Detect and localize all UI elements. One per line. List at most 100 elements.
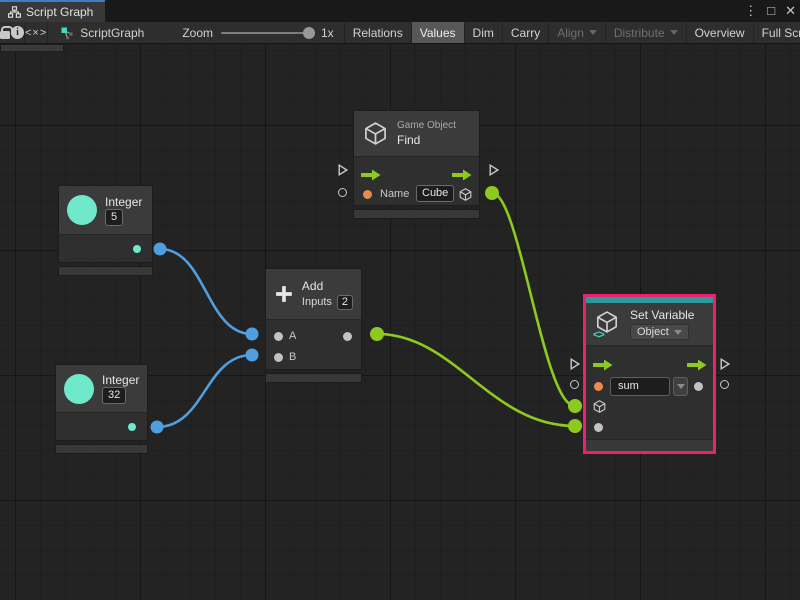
flow-triangle-icon[interactable] — [570, 358, 580, 370]
flow-triangle-icon[interactable] — [489, 164, 499, 176]
integer-circle-icon — [64, 374, 94, 404]
flow-triangle-icon[interactable] — [720, 358, 730, 370]
port-setvariable-object-input[interactable] — [568, 399, 582, 413]
flow-triangle-icon[interactable] — [338, 164, 348, 176]
overview-button[interactable]: Overview — [687, 22, 754, 43]
scope-label: Object — [637, 326, 669, 338]
window-controls: ⋮ □ ✕ — [744, 0, 796, 22]
setvariable-value-input-dot[interactable] — [594, 423, 603, 432]
wire-integer2-to-add-b[interactable] — [157, 355, 252, 427]
value-circle-icon[interactable] — [338, 188, 347, 197]
wire-find-to-setvariable[interactable] — [492, 193, 575, 406]
canvas-corner-strip — [0, 44, 64, 52]
zoom-control: Zoom 1x — [154, 22, 344, 43]
align-button[interactable]: Align — [549, 22, 606, 43]
variable-name-field[interactable]: sum — [610, 377, 670, 396]
wire-integer1-to-add-a[interactable] — [160, 249, 252, 334]
node-footer — [58, 266, 153, 276]
integer-output-dot[interactable] — [128, 423, 136, 431]
add-input-b-dot[interactable] — [274, 353, 283, 362]
align-label: Align — [557, 26, 584, 40]
integer-value-field[interactable]: 32 — [102, 387, 126, 404]
graph-canvas[interactable]: Integer 5 Integer 32 — [0, 44, 800, 600]
port-add-output[interactable] — [370, 327, 384, 341]
add-output-dot[interactable] — [343, 332, 352, 341]
code-brackets-icon: <> — [593, 329, 604, 341]
cube-icon — [458, 187, 473, 202]
graph-toolbar: <×> ScriptGraph Zoom 1x Relations Values… — [0, 22, 800, 44]
node-footer — [265, 373, 362, 383]
values-button[interactable]: Values — [412, 22, 465, 43]
hierarchy-icon — [8, 6, 21, 18]
find-name-label: Name — [380, 188, 409, 200]
node-set-variable[interactable]: <> Set Variable Object sum — [583, 294, 716, 454]
node-footer — [353, 209, 480, 219]
fullscreen-button[interactable]: Full Screen — [754, 22, 800, 43]
add-input-a-dot[interactable] — [274, 332, 283, 341]
graph-breadcrumb[interactable]: ScriptGraph — [48, 22, 154, 43]
integer-output-dot[interactable] — [133, 245, 141, 253]
find-name-field[interactable]: Cube — [416, 185, 454, 202]
node-title: Find — [397, 133, 456, 147]
integer-circle-icon — [67, 195, 97, 225]
node-title: Integer — [102, 373, 139, 387]
integer-value-field[interactable]: 5 — [105, 209, 123, 226]
relations-button[interactable]: Relations — [345, 22, 412, 43]
value-circle-icon[interactable] — [570, 380, 579, 389]
dim-button[interactable]: Dim — [465, 22, 503, 43]
zoom-slider[interactable] — [221, 32, 313, 34]
distribute-label: Distribute — [614, 26, 665, 40]
node-title: Add — [302, 279, 353, 293]
tab-title: Script Graph — [26, 5, 93, 19]
distribute-button[interactable]: Distribute — [606, 22, 687, 43]
value-circle-icon[interactable] — [720, 380, 729, 389]
variable-name-input-dot[interactable] — [594, 382, 603, 391]
port-integer1-output[interactable] — [154, 243, 167, 256]
tab-bar: Script Graph ⋮ □ ✕ — [0, 0, 800, 22]
tab-script-graph[interactable]: Script Graph — [0, 0, 105, 22]
flow-out-arrow-icon[interactable] — [452, 169, 472, 181]
add-input-b-label: B — [289, 351, 296, 363]
node-title: Set Variable — [630, 308, 694, 322]
wire-add-to-setvariable[interactable] — [377, 334, 575, 426]
port-setvariable-value-input[interactable] — [568, 419, 582, 433]
setvariable-output-dot[interactable] — [694, 382, 703, 391]
inputs-label: Inputs — [302, 296, 332, 308]
node-category: Game Object — [397, 120, 456, 131]
chevron-down-icon — [670, 30, 678, 35]
zoom-slider-handle[interactable] — [303, 27, 315, 39]
lock-button[interactable] — [0, 22, 11, 43]
node-integer-1[interactable]: Integer 5 — [58, 185, 153, 276]
info-button[interactable] — [11, 22, 25, 43]
inputs-count-field[interactable]: 2 — [337, 295, 353, 310]
flow-out-arrow-icon[interactable] — [687, 359, 707, 371]
port-find-output[interactable] — [485, 186, 499, 200]
zoom-label: Zoom — [182, 26, 213, 40]
carry-button[interactable]: Carry — [503, 22, 549, 43]
variable-name-dropdown[interactable] — [673, 377, 688, 396]
node-integer-2[interactable]: Integer 32 — [55, 364, 148, 454]
node-find[interactable]: Game Object Find Name Cube — [353, 110, 480, 219]
lock-icon — [0, 31, 10, 39]
node-add[interactable]: Add Inputs 2 A B — [265, 268, 362, 383]
close-icon[interactable]: ✕ — [785, 0, 796, 22]
node-footer — [55, 444, 148, 454]
node-title: Integer — [105, 195, 142, 209]
code-icon: <×> — [25, 27, 47, 39]
variable-scope-dropdown[interactable]: Object — [630, 324, 689, 340]
code-preview-button[interactable]: <×> — [25, 22, 48, 43]
plus-icon — [274, 279, 294, 309]
cube-icon — [362, 120, 389, 147]
menu-icon[interactable]: ⋮ — [744, 0, 757, 22]
zoom-value: 1x — [321, 26, 334, 40]
maximize-icon[interactable]: □ — [767, 0, 775, 22]
flow-in-arrow-icon[interactable] — [593, 359, 613, 371]
script-graph-icon — [60, 26, 74, 40]
flow-in-arrow-icon[interactable] — [361, 169, 381, 181]
port-add-input-b[interactable] — [246, 349, 259, 362]
chevron-down-icon — [589, 30, 597, 35]
find-name-input-dot[interactable] — [363, 190, 372, 199]
node-footer — [586, 439, 713, 451]
port-integer2-output[interactable] — [151, 421, 164, 434]
port-add-input-a[interactable] — [246, 328, 259, 341]
